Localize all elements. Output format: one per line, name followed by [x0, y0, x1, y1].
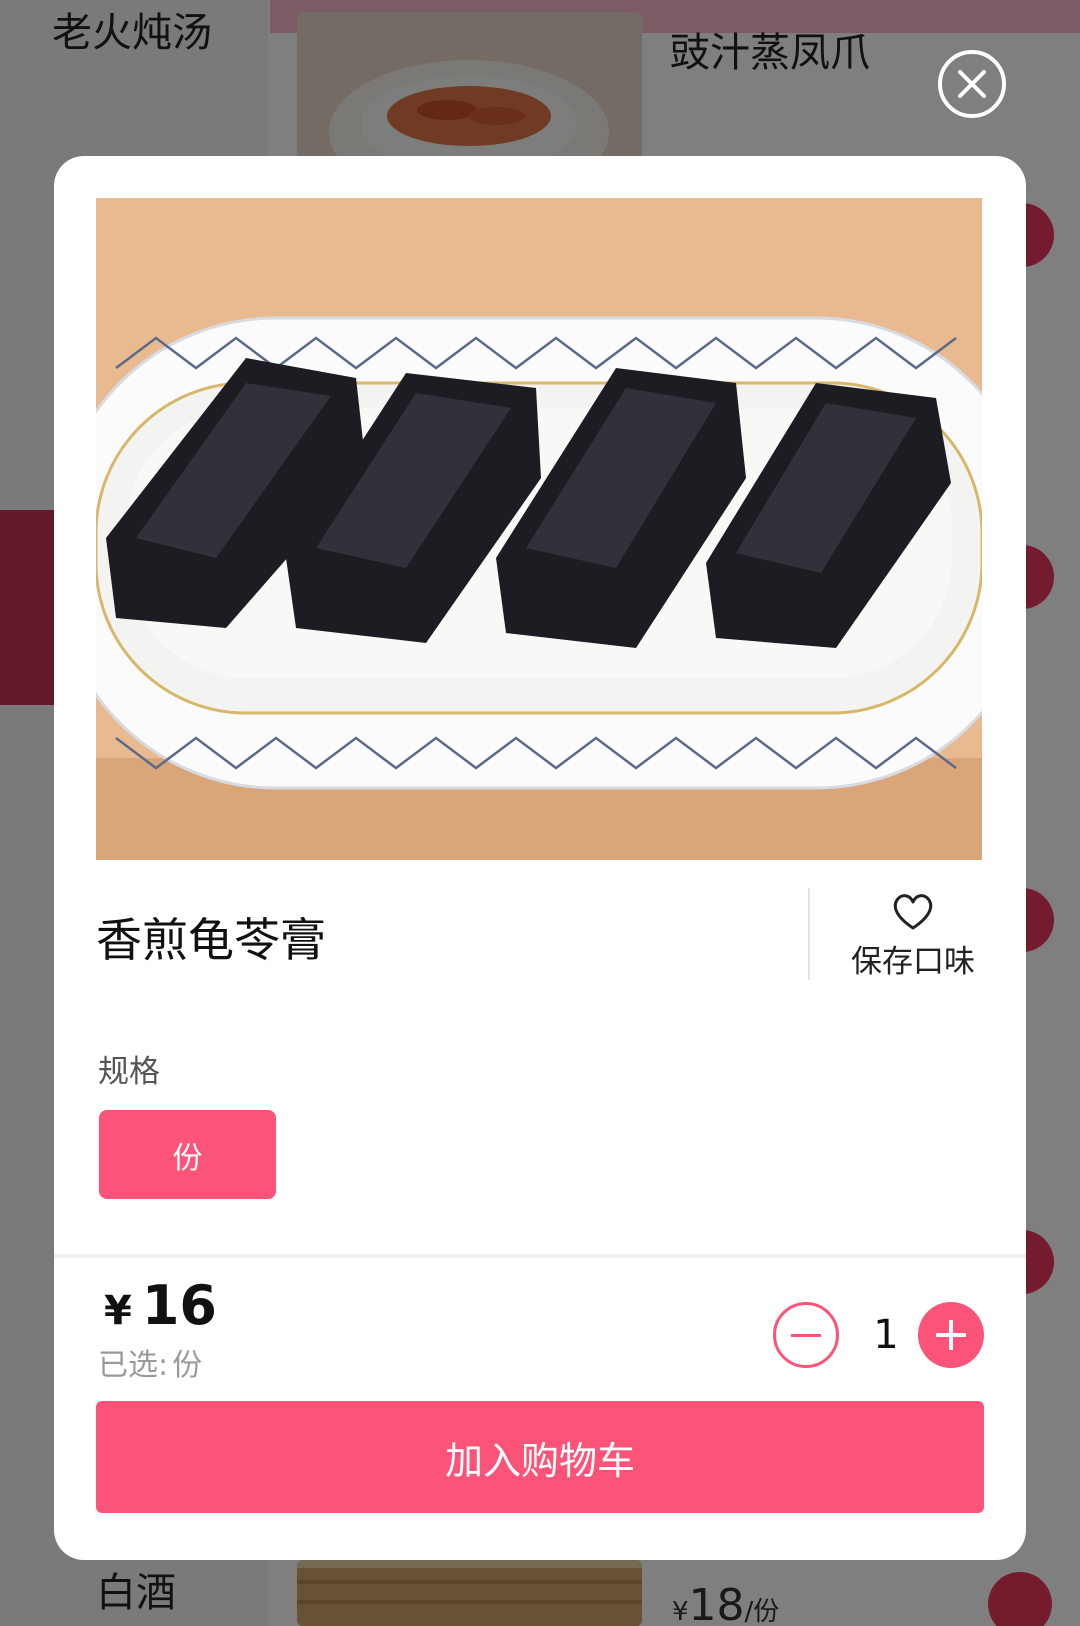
selected-spec: 已选: 份	[98, 1340, 206, 1384]
currency-symbol: ¥	[104, 1288, 132, 1334]
spec-section-title: 规格	[98, 1054, 160, 1090]
decrement-button[interactable]	[773, 1302, 839, 1368]
dish-photo	[96, 198, 982, 860]
selected-value: 份	[172, 1348, 203, 1383]
add-to-cart-button[interactable]: 加入购物车	[96, 1401, 984, 1513]
quantity-value: 1	[873, 1312, 899, 1358]
heart-icon	[893, 894, 933, 930]
save-flavor-button[interactable]: 保存口味	[838, 892, 988, 982]
divider	[808, 888, 810, 980]
total-price: ¥ 16	[104, 1274, 217, 1337]
close-button[interactable]	[938, 50, 1006, 118]
increment-button[interactable]	[918, 1302, 984, 1368]
dish-detail-modal: 香煎龟苓膏 保存口味 规格 份 ¥ 16 已选: 份 1 加入购物车	[54, 156, 1026, 1560]
spec-option-serving[interactable]: 份	[99, 1110, 276, 1199]
close-icon	[958, 70, 986, 98]
dish-title: 香煎龟苓膏	[96, 913, 326, 967]
footer-divider	[54, 1254, 1026, 1258]
price-amount: 16	[141, 1274, 217, 1337]
save-flavor-label: 保存口味	[851, 944, 975, 980]
selected-prefix: 已选:	[98, 1348, 169, 1383]
